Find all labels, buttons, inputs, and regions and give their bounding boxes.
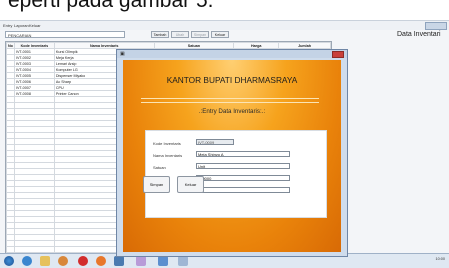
search-input[interactable]: PENCARIAN — [5, 31, 125, 38]
entry-form: Kode Inventaris IVT-0009 Nama Inventaris… — [145, 130, 327, 218]
label-nama: Nama Inventaris — [153, 153, 183, 158]
table-cell-empty — [13, 246, 55, 253]
exit-button[interactable]: Keluar — [211, 31, 229, 38]
divider — [141, 98, 319, 99]
kode-inventaris-field[interactable]: IVT-0009 — [196, 139, 234, 145]
keluar-button[interactable]: Keluar — [177, 176, 204, 193]
caption-text: eperti pada gambar 5. — [8, 0, 214, 12]
dialog-panel: KANTOR BUPATI DHARMASRAYA .:Entry Data I… — [123, 60, 341, 252]
close-button[interactable] — [332, 51, 344, 58]
notepad-icon[interactable] — [178, 256, 188, 266]
menu-bar: Entry Laporan Keluar — [0, 21, 449, 30]
nama-inventaris-field[interactable]: Meja Shinyo A — [196, 151, 290, 157]
toolbar: PENCARIAN Tambah Ubah Simpan Keluar — [5, 30, 445, 40]
save-button[interactable]: Simpan — [191, 31, 209, 38]
label-kode: Kode Inventaris — [153, 141, 181, 146]
folder-icon[interactable] — [40, 256, 50, 266]
satuan-field[interactable]: Unit — [196, 163, 290, 169]
start-orb-icon[interactable] — [4, 256, 14, 266]
menu-item-keluar[interactable]: Keluar — [29, 23, 41, 28]
dialog-subtitle: .:Entry Data Inventaris:.: — [198, 108, 266, 115]
form-icon: ▣ — [120, 51, 125, 57]
add-button[interactable]: Tambah — [151, 31, 169, 38]
table-cell-empty — [6, 246, 15, 253]
paint-icon[interactable] — [136, 256, 146, 266]
window-icon[interactable] — [158, 256, 168, 266]
dialog-heading: KANTOR BUPATI DHARMASRAYA — [166, 75, 298, 85]
harga-field[interactable]: 120000 — [196, 175, 290, 181]
opera-icon[interactable] — [78, 256, 88, 266]
window-controls[interactable] — [425, 22, 447, 30]
jumlah-field[interactable]: 10 — [196, 187, 290, 193]
media-icon[interactable] — [58, 256, 68, 266]
browser-icon[interactable] — [22, 256, 32, 266]
dialog-titlebar[interactable]: ▣ — [117, 50, 347, 58]
menu-item-entry[interactable]: Entry — [3, 23, 12, 28]
simpan-button[interactable]: Simpan — [143, 176, 170, 193]
firefox-icon[interactable] — [96, 256, 106, 266]
system-tray-clock[interactable]: 10:00 — [435, 257, 445, 261]
application-window: Entry Laporan Keluar Data Inventari PENC… — [0, 20, 449, 268]
menu-item-laporan[interactable]: Laporan — [14, 23, 29, 28]
app-icon[interactable] — [114, 256, 124, 266]
divider — [141, 102, 319, 103]
label-satuan: Satuan — [153, 165, 166, 170]
edit-button[interactable]: Ubah — [171, 31, 189, 38]
entry-dialog: ▣ KANTOR BUPATI DHARMASRAYA .:Entry Data… — [116, 49, 348, 257]
